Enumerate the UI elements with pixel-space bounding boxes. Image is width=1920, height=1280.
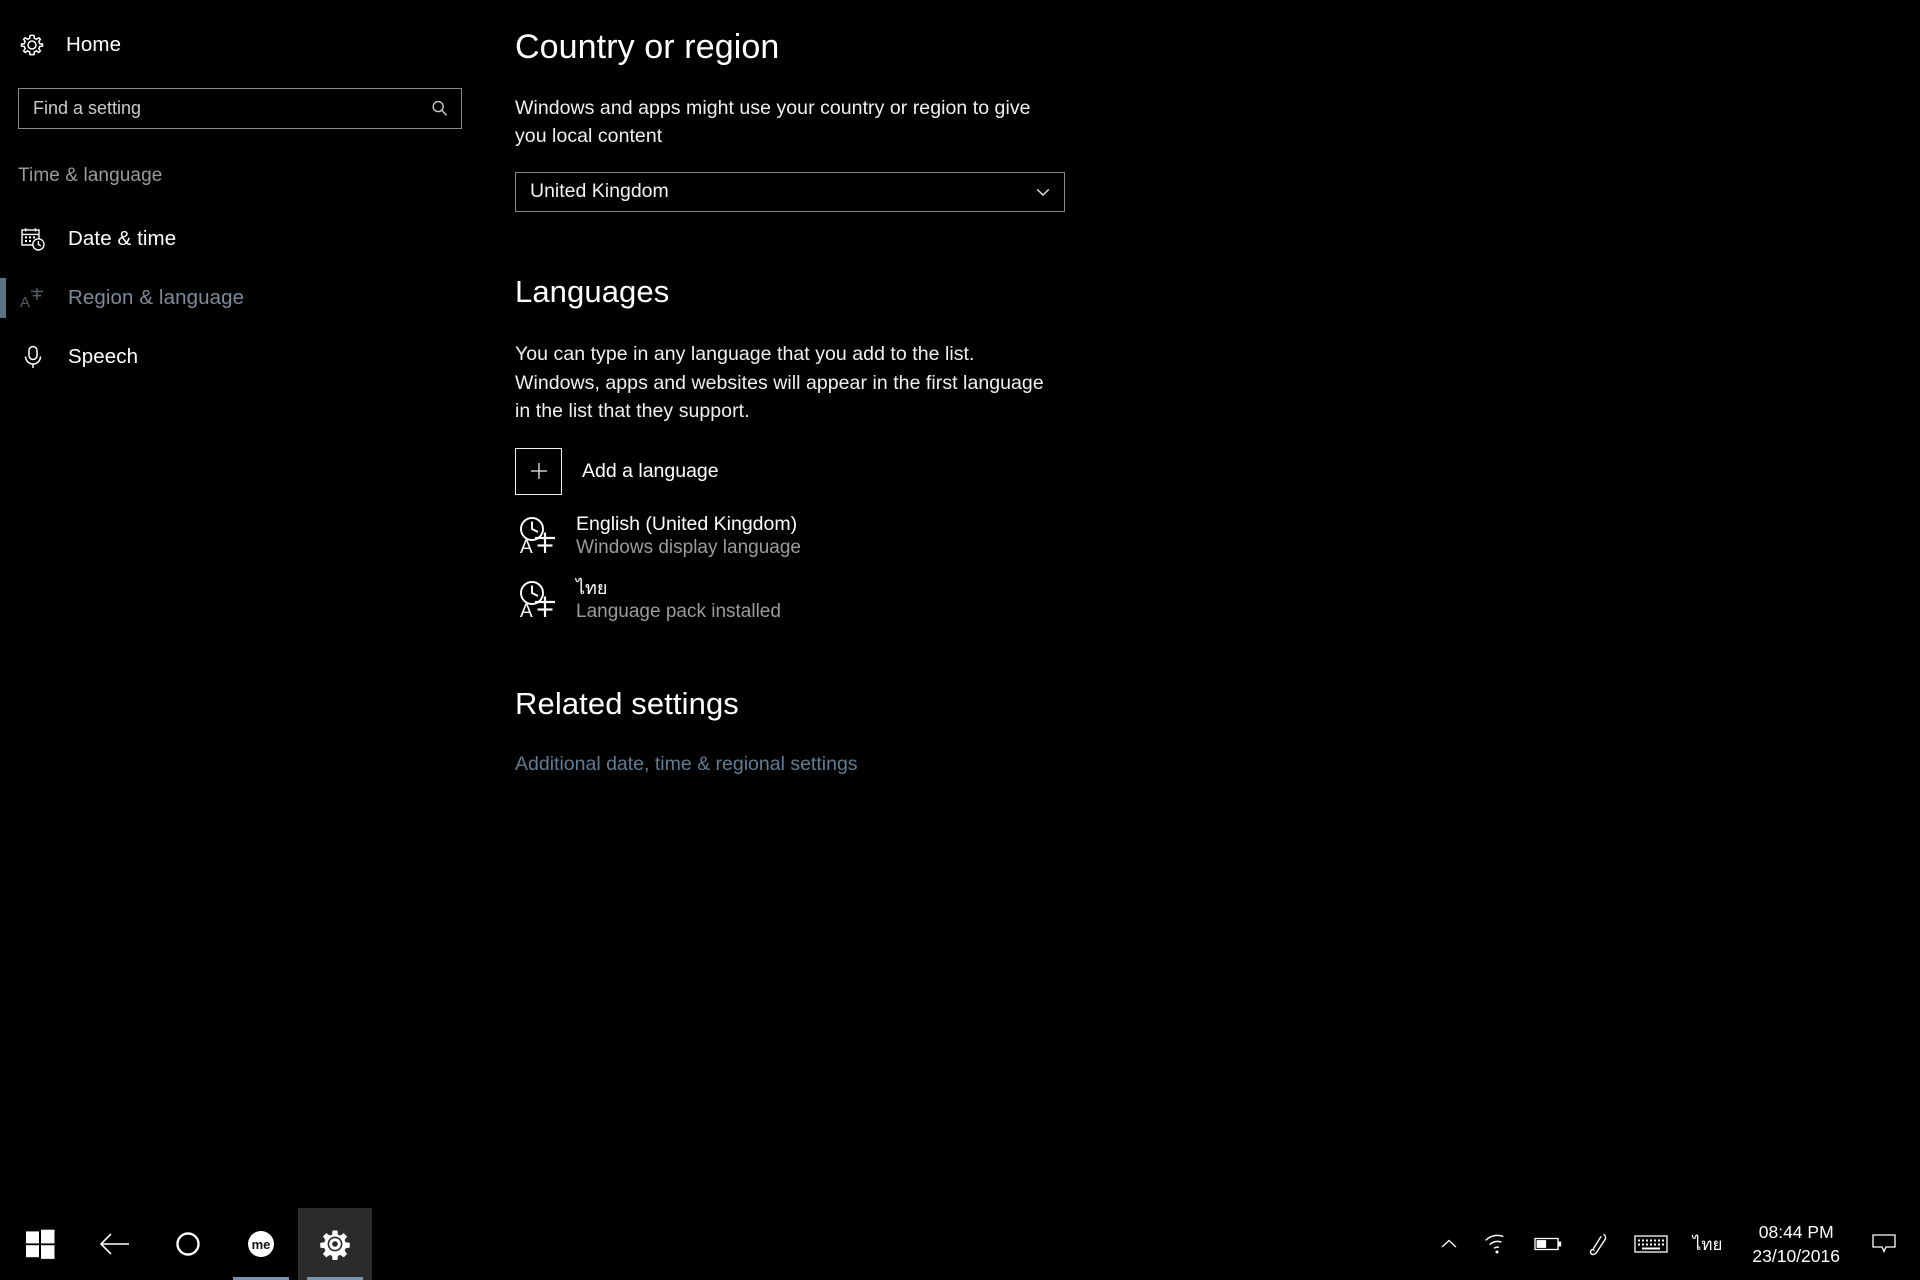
page-title: Country or region — [515, 28, 780, 66]
sidebar-home-label: Home — [66, 33, 122, 56]
calendar-clock-icon — [18, 224, 48, 254]
clock-time: 08:44 PM — [1758, 1221, 1834, 1242]
sidebar-item-speech[interactable]: Speech — [0, 327, 480, 386]
selection-indicator — [0, 278, 6, 318]
add-a-language-label: Add a language — [582, 459, 719, 482]
sidebar-item-region-language[interactable]: A Region & language — [0, 268, 480, 327]
windows-logo-icon — [24, 1228, 56, 1260]
input-language-button[interactable]: ไทย — [1679, 1208, 1737, 1280]
battery-button[interactable] — [1523, 1208, 1575, 1280]
touch-keyboard-button[interactable] — [1623, 1208, 1679, 1280]
cortana-circle-icon — [173, 1229, 203, 1259]
language-name: English (United Kingdom) — [576, 513, 798, 536]
gear-icon — [18, 31, 46, 59]
me-badge-icon: me — [244, 1227, 278, 1261]
languages-description: You can type in any language that you ad… — [515, 343, 1044, 422]
back-arrow-icon — [97, 1229, 135, 1259]
cortana-button[interactable] — [152, 1208, 224, 1280]
language-clock-icon: A — [515, 513, 562, 560]
sidebar-group-title: Time & language — [18, 165, 163, 186]
notification-icon — [1871, 1232, 1897, 1256]
keyboard-icon — [1634, 1233, 1668, 1255]
additional-regional-settings-link[interactable]: Additional date, time & regional setting… — [515, 753, 858, 776]
sidebar-item-home[interactable]: Home — [0, 22, 480, 68]
clock[interactable]: 08:44 PM 23/10/2016 — [1736, 1208, 1856, 1280]
plus-icon — [515, 447, 562, 495]
chevron-up-icon — [1439, 1237, 1459, 1251]
language-name: ไทย — [576, 578, 608, 599]
wifi-icon — [1484, 1232, 1512, 1256]
settings-content: Country or region Windows and apps might… — [480, 0, 1920, 1208]
action-center-button[interactable] — [1856, 1208, 1912, 1280]
taskbar: me ไทย 08:44 PM 23/10/2016 — [0, 1208, 1920, 1280]
windows-ink-button[interactable] — [1575, 1208, 1623, 1280]
add-a-language-button[interactable]: Add a language — [515, 446, 1275, 496]
search-box[interactable] — [18, 88, 462, 129]
search-input[interactable] — [19, 89, 419, 128]
gear-icon — [319, 1228, 351, 1260]
taskbar-app-me[interactable]: me — [224, 1208, 298, 1280]
microphone-icon — [18, 342, 48, 372]
language-status: Windows display language — [576, 537, 801, 559]
back-button[interactable] — [80, 1208, 152, 1280]
settings-sidebar: Home Time & language — [0, 0, 480, 1208]
settings-window: Home Time & language — [0, 0, 1920, 1280]
battery-icon — [1534, 1235, 1564, 1253]
svg-text:A: A — [20, 294, 30, 311]
language-clock-icon: A — [515, 577, 562, 624]
svg-text:A: A — [520, 601, 533, 622]
sidebar-nav-list: Date & time A Region & language Speech — [0, 209, 480, 386]
chevron-down-icon — [1034, 183, 1052, 201]
taskbar-app-settings[interactable] — [298, 1208, 372, 1280]
start-button[interactable] — [0, 1208, 80, 1280]
sidebar-item-label: Speech — [68, 344, 139, 368]
settings-app-body: Home Time & language — [0, 0, 1920, 1208]
list-item[interactable]: A ไทย Language pack installed — [515, 577, 1275, 624]
show-hidden-icons-button[interactable] — [1425, 1208, 1473, 1280]
list-item[interactable]: A English (United Kingdom) Windows displ — [515, 512, 1275, 561]
svg-text:me: me — [252, 1237, 271, 1252]
svg-text:A: A — [520, 537, 533, 558]
language-list: Add a language A English (United Kingdom… — [515, 446, 1275, 624]
related-settings-title: Related settings — [515, 686, 739, 722]
sidebar-item-date-time[interactable]: Date & time — [0, 209, 480, 268]
country-region-dropdown[interactable]: United Kingdom — [515, 171, 1065, 212]
sidebar-item-label: Date & time — [68, 226, 177, 250]
country-description: Windows and apps might use your country … — [515, 97, 1031, 148]
sidebar-item-label: Region & language — [68, 285, 245, 309]
search-icon[interactable] — [419, 99, 461, 119]
languages-section-title: Languages — [515, 273, 670, 309]
language-icon: A — [18, 283, 48, 313]
country-region-value: United Kingdom — [530, 180, 669, 203]
network-button[interactable] — [1473, 1208, 1523, 1280]
language-status: Language pack installed — [576, 600, 781, 622]
pen-icon — [1587, 1231, 1611, 1257]
clock-date: 23/10/2016 — [1752, 1246, 1840, 1266]
